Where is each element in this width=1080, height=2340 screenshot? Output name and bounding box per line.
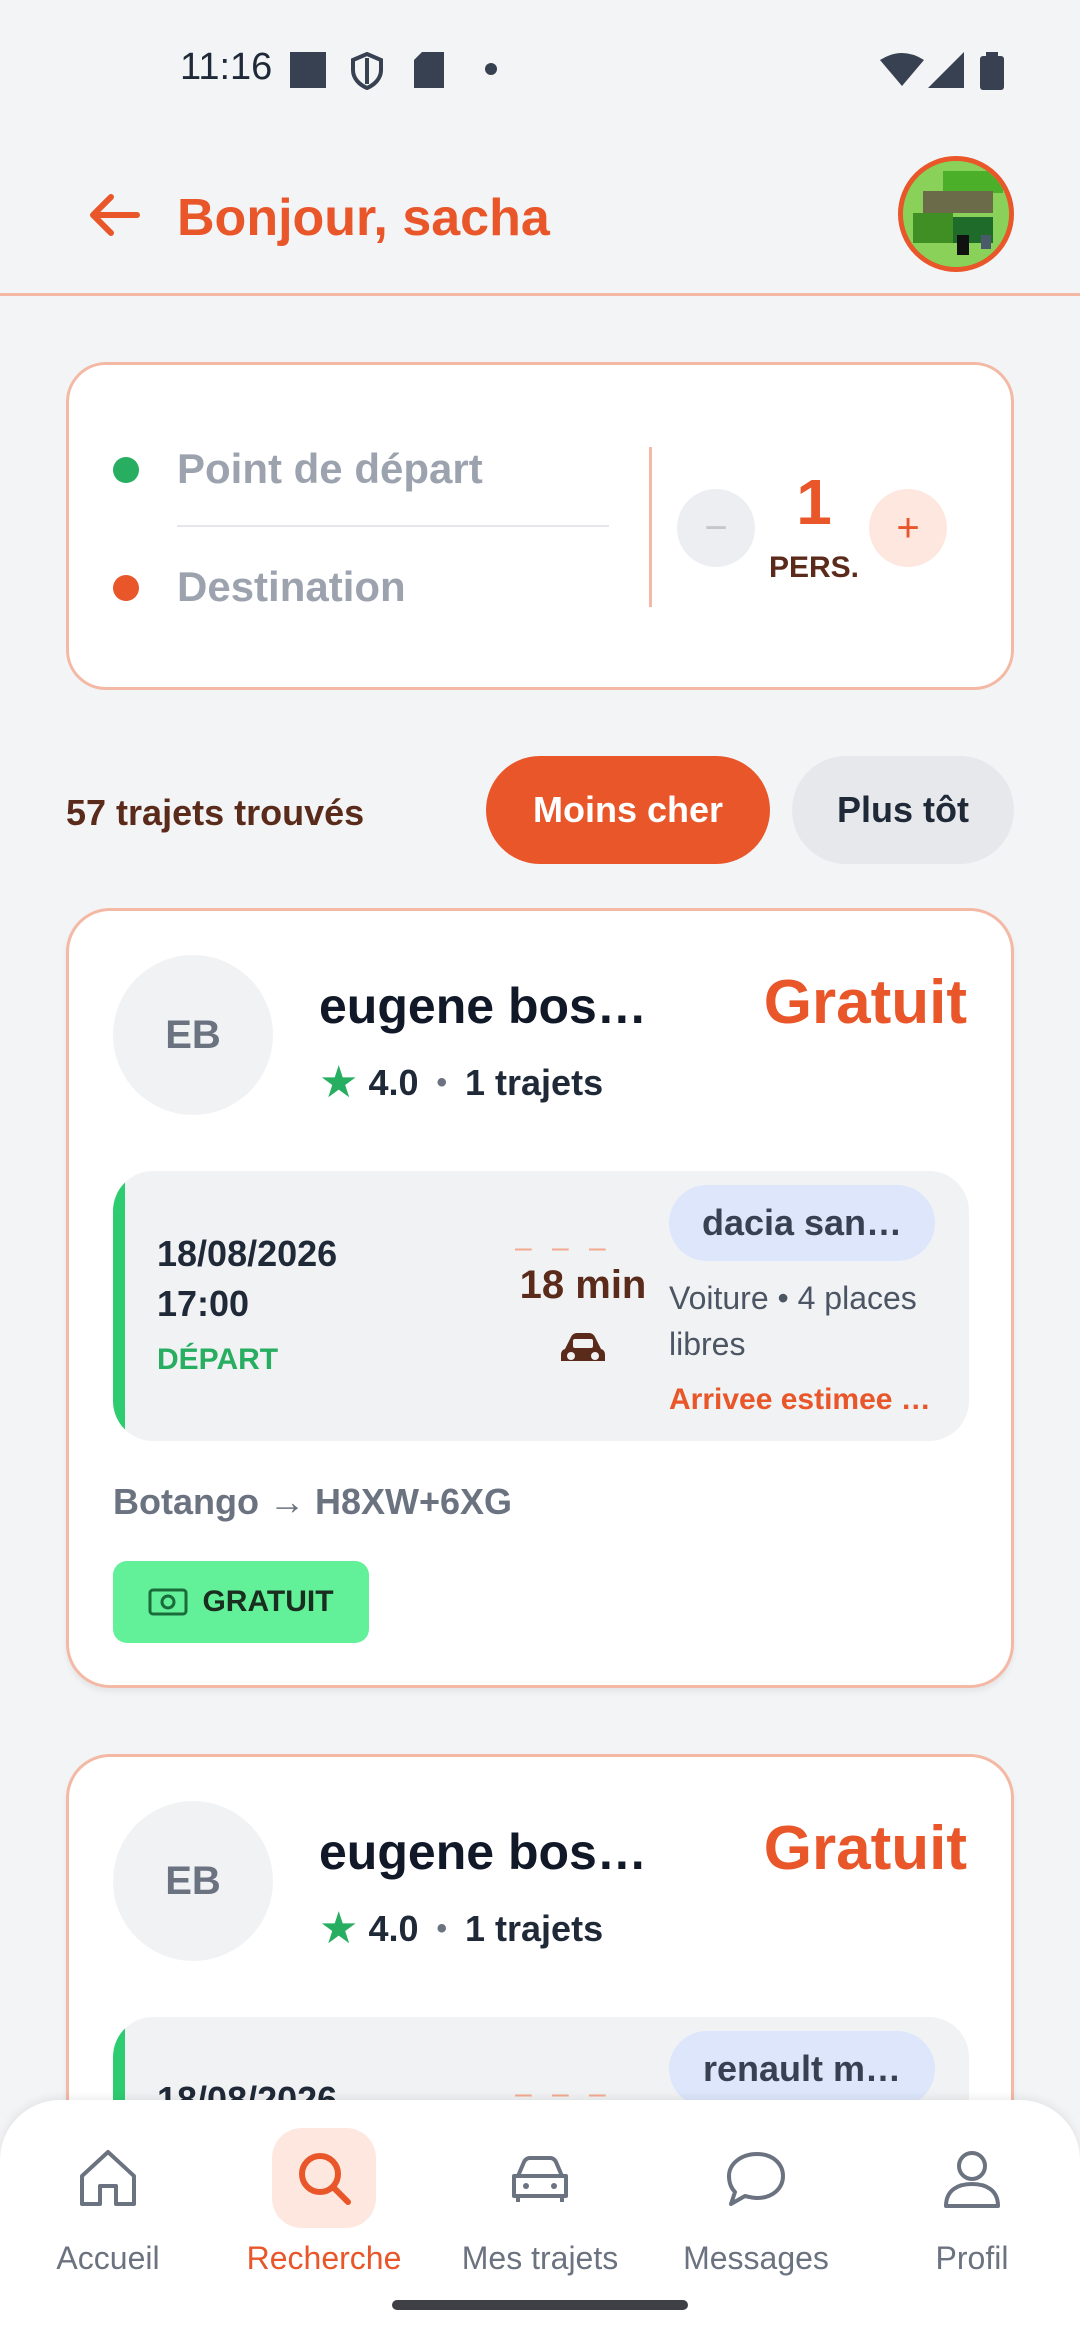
vehicle-model-badge: dacia san… [669,1185,935,1261]
vehicle-info: Voiture • 4 places libres [669,1280,917,1362]
nav-item-search[interactable]: Recherche [224,2128,424,2277]
back-button[interactable] [78,180,148,250]
free-badge-label: GRATUIT [202,1585,334,1618]
star-icon: ★ [319,1058,359,1107]
driver-name: eugene bos… [319,978,647,1034]
sort-cheapest-button[interactable]: Moins cher [486,756,770,864]
status-time: 11:16 [180,46,273,88]
rating-value: 4.0 [368,1907,419,1949]
route-dashes: – – – [515,1231,612,1264]
driver-rating: ★ 4.0 • 1 trajets [319,1057,603,1108]
estimated-arrival: Arrivee estimee … [669,1383,931,1416]
shield-icon [351,52,383,90]
status-bar: 11:16 [0,0,1080,140]
nav-item-messages[interactable]: Messages [656,2128,856,2277]
screen-record-icon [290,52,326,88]
destination-dot [113,575,139,601]
departure-datetime: 18/08/2026 17:00 [157,1229,337,1329]
driver-name: eugene bos… [319,1824,647,1880]
driver-avatar: EB [113,955,273,1115]
nav-label: Mes trajets [461,2240,619,2276]
departure-input[interactable]: Point de départ [177,445,483,493]
search-card: Point de départ Destination − 1 PERS. + [66,362,1014,690]
nav-label: Recherche [246,2240,402,2276]
avatar-image [903,161,1009,267]
departure-label: DÉPART [157,1343,279,1376]
nav-item-profile[interactable]: Profil [872,2128,1072,2277]
app-header: Bonjour, sacha [0,140,1080,296]
nav-item-my-trips[interactable]: Mes trajets [440,2128,640,2277]
nav-label: Messages [683,2240,829,2276]
search-icon [299,2153,351,2205]
sd-card-icon [414,52,444,88]
star-icon: ★ [319,1904,359,1953]
car-icon [561,1333,605,1361]
money-icon [148,1588,188,1616]
arrow-left-icon [90,194,140,236]
battery-icon [980,52,1004,90]
wifi-icon [880,53,924,86]
user-avatar[interactable] [898,156,1014,272]
sort-earliest-button[interactable]: Plus tôt [792,756,1014,864]
destination-input[interactable]: Destination [177,563,406,611]
rides-count: 1 trajets [465,1061,604,1103]
home-icon [80,2150,136,2206]
driver-avatar: EB [113,1801,273,1961]
chat-bubble-icon [727,2152,785,2206]
nav-label: Profil [935,2240,1009,2276]
route-text: Botango → H8XW+6XG [113,1481,513,1522]
separator-dot: • [436,1911,448,1945]
departure-time: 17:00 [157,1283,250,1324]
trip-duration: 18 min [519,1263,647,1307]
ride-card[interactable]: EB eugene bos… ★ 4.0 • 1 trajets Gratuit… [66,908,1014,1688]
field-divider [177,525,609,527]
increase-passengers-button[interactable]: + [869,489,947,567]
nav-item-home[interactable]: Accueil [8,2128,208,2277]
free-badge: GRATUIT [113,1561,369,1643]
page-title: Bonjour, sacha [177,189,550,247]
ride-price: Gratuit [763,1814,967,1883]
decrease-passengers-button[interactable]: − [677,489,755,567]
vertical-divider [649,447,652,607]
passenger-unit: PERS. [768,551,860,584]
home-indicator[interactable] [392,2300,688,2310]
user-icon [944,2151,1000,2208]
rating-value: 4.0 [368,1061,419,1103]
vehicle-model-badge: renault m… [669,2031,935,2107]
notification-dot-icon [485,63,497,75]
rides-count: 1 trajets [465,1907,604,1949]
passenger-count: 1 [796,466,832,538]
departure-accent-bar [113,1171,125,1441]
departure-date: 18/08/2026 [157,1233,338,1274]
separator-dot: • [436,1065,448,1099]
car-icon [512,2156,568,2202]
trip-details: 18/08/2026 17:00 DÉPART – – – 18 min dac… [113,1171,969,1441]
departure-dot [113,457,139,483]
signal-icon [928,52,964,88]
ride-price: Gratuit [763,968,967,1037]
nav-label: Accueil [56,2240,160,2276]
results-count: 57 trajets trouvés [66,792,365,833]
driver-rating: ★ 4.0 • 1 trajets [319,1903,603,1954]
